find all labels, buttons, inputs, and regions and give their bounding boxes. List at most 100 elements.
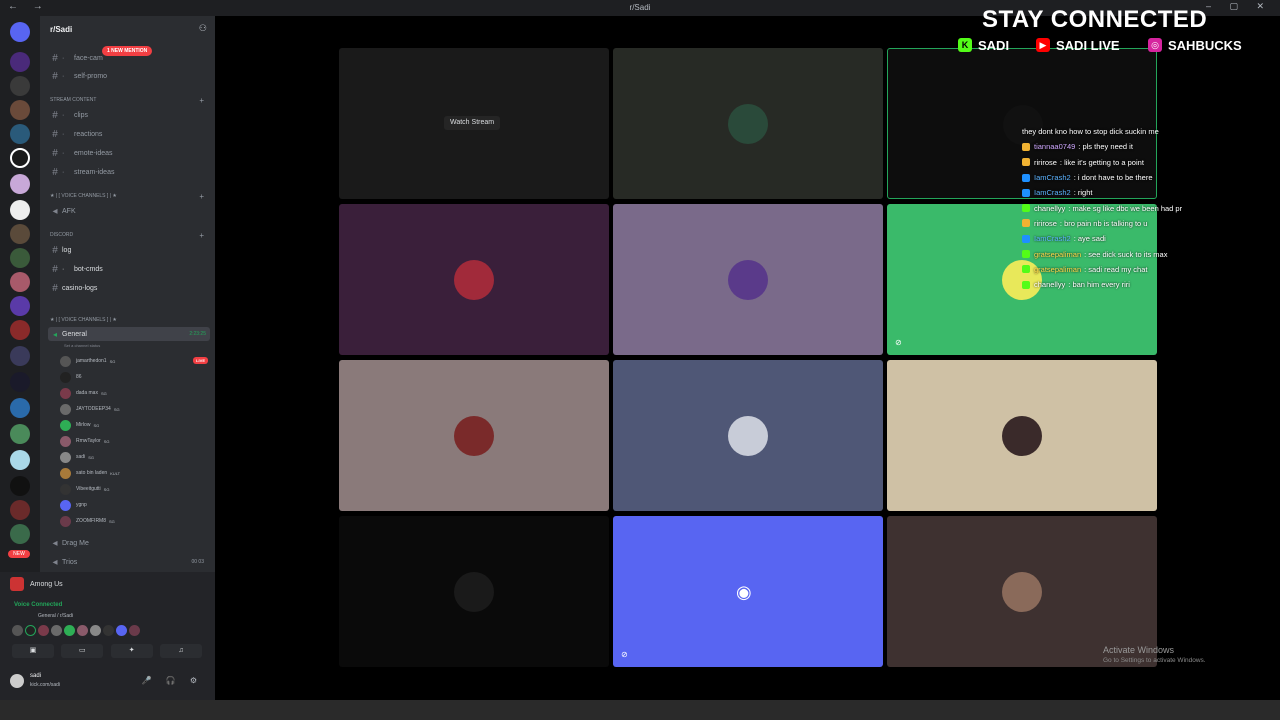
video-tile[interactable] — [339, 516, 609, 667]
avatar[interactable] — [25, 625, 36, 636]
voice-channel-drag-me[interactable]: ◂ Drag Me — [48, 535, 208, 551]
server-icon[interactable] — [10, 248, 30, 268]
video-tile[interactable]: Watch Stream — [339, 48, 609, 199]
video-tile[interactable] — [613, 48, 883, 199]
voice-channel-general[interactable]: ◂ General 2:23:25 — [48, 327, 210, 341]
server-icon[interactable] — [10, 124, 30, 144]
avatar[interactable] — [77, 625, 88, 636]
channel-clips[interactable]: # · clips — [48, 107, 208, 123]
channel-log[interactable]: # log — [48, 242, 208, 258]
user-name[interactable]: sadi — [30, 673, 41, 679]
chat-overlay: they dont kno how to stop dick suckin me… — [1022, 124, 1262, 292]
server-icon[interactable] — [10, 76, 30, 96]
activities-button[interactable]: ✦ — [110, 644, 153, 658]
channel-afk[interactable]: ◂ AFK — [48, 203, 208, 219]
server-icon[interactable] — [10, 100, 30, 120]
channel-stream-ideas[interactable]: # · stream-ideas — [48, 164, 208, 180]
watch-stream-button[interactable]: Watch Stream — [444, 116, 501, 130]
activity-status[interactable]: Among Us — [10, 576, 205, 592]
channel-casino-logs[interactable]: # casino-logs — [48, 280, 208, 296]
server-icon[interactable] — [10, 148, 30, 168]
category-voice-channels-2[interactable]: ★ | [ VOICE CHANNELS ] | ★ — [50, 315, 210, 325]
server-icon[interactable] — [10, 500, 30, 520]
server-icon[interactable] — [10, 524, 30, 544]
user-avatar[interactable] — [10, 674, 24, 688]
server-icon[interactable] — [10, 200, 30, 220]
user-controls[interactable]: 🎤 🎧 ⚙ — [141, 676, 203, 685]
channel-self-promo[interactable]: # · self-promo — [48, 68, 208, 84]
category-stream-content[interactable]: Stream Content + — [50, 95, 210, 105]
server-icon[interactable] — [10, 272, 30, 292]
server-icon[interactable] — [10, 320, 30, 340]
youtube-icon: ▶ — [1036, 38, 1050, 52]
social-youtube: ▶ SADI LIVE — [1036, 36, 1120, 54]
channel-reactions[interactable]: # · reactions — [48, 126, 208, 142]
screen-share-button[interactable]: ▭ — [61, 644, 104, 658]
channel-status[interactable]: Set a channel status — [64, 343, 100, 348]
avatar[interactable] — [90, 625, 101, 636]
avatar[interactable] — [129, 625, 140, 636]
server-header[interactable]: r/Sadi ⚇ — [40, 16, 215, 42]
camera-button[interactable]: ▣ — [12, 644, 54, 658]
add-channel-icon[interactable]: + — [199, 96, 204, 105]
voice-user[interactable]: RmwTaylor SG — [60, 433, 210, 449]
chat-message: chanellyy: ban him every riri — [1022, 277, 1262, 292]
voice-user[interactable]: jamarthedon1 SG LIVE — [60, 353, 210, 369]
invite-icon[interactable]: ⚇ — [199, 23, 207, 34]
chat-message: chanellyy: make sg like dbc we been had … — [1022, 200, 1262, 215]
hash-icon: # — [52, 263, 58, 275]
voice-user[interactable]: JAYTODEEP34 SG — [60, 401, 210, 417]
video-tile[interactable] — [887, 360, 1157, 511]
channel-face-cam[interactable]: # · face-cam — [48, 50, 208, 66]
add-channel-icon[interactable]: + — [199, 231, 204, 240]
video-tile[interactable]: ◉ ⊘ — [613, 516, 883, 667]
voice-user[interactable]: dada max SG — [60, 385, 210, 401]
avatar[interactable] — [64, 625, 75, 636]
home-icon[interactable] — [10, 22, 30, 42]
category-discord[interactable]: Discord + — [50, 230, 210, 240]
voice-user[interactable]: sadi SG — [60, 449, 210, 465]
channel-bot-cmds[interactable]: # · bot-cmds — [48, 261, 208, 277]
voice-user[interactable]: 86 — [60, 369, 210, 385]
video-tile[interactable] — [339, 204, 609, 355]
avatar[interactable] — [51, 625, 62, 636]
voice-user[interactable]: sato bin laden KULT — [60, 465, 210, 481]
server-icon[interactable] — [10, 424, 30, 444]
voice-connected-label[interactable]: Voice Connected — [14, 602, 62, 608]
server-icon[interactable] — [10, 476, 30, 496]
voice-user[interactable]: Mirlow SG — [60, 417, 210, 433]
server-icon[interactable] — [10, 398, 30, 418]
video-tile[interactable] — [613, 204, 883, 355]
hash-icon: # — [52, 52, 58, 64]
avatar[interactable] — [12, 625, 23, 636]
server-icon[interactable] — [10, 346, 30, 366]
video-tile[interactable] — [613, 360, 883, 511]
voice-connected-sub[interactable]: General / r/Sadi — [38, 613, 73, 619]
chat-badge-icon — [1022, 188, 1030, 197]
voice-channel-trios[interactable]: ◂ Trios 00 03 — [48, 554, 208, 570]
channel-label: clips — [74, 111, 89, 119]
chat-badge-icon — [1022, 250, 1030, 259]
category-label: ★ | [ VOICE CHANNELS ] | ★ — [50, 317, 117, 323]
avatar[interactable] — [38, 625, 49, 636]
voice-user[interactable]: ygnp — [60, 497, 210, 513]
voice-user[interactable]: Vibeeitgutti SG — [60, 481, 210, 497]
server-icon[interactable] — [10, 52, 30, 72]
window-controls[interactable]: – ▢ ✕ — [1206, 1, 1272, 12]
server-icon[interactable] — [10, 296, 30, 316]
category-voice-channels[interactable]: ★ | [ VOICE CHANNELS ] | ★ + — [50, 191, 210, 201]
add-channel-icon[interactable]: + — [199, 192, 204, 201]
avatar[interactable] — [116, 625, 127, 636]
avatar[interactable] — [103, 625, 114, 636]
server-icon[interactable] — [10, 224, 30, 244]
server-icon[interactable] — [10, 174, 30, 194]
emoji-icon: · — [62, 265, 65, 273]
server-icon[interactable] — [10, 372, 30, 392]
server-icon[interactable] — [10, 450, 30, 470]
overlay-title: STAY CONNECTED — [982, 6, 1208, 33]
chat-text: : sadi read my chat — [1084, 264, 1148, 274]
channel-emote-ideas[interactable]: # · emote-ideas — [48, 145, 208, 161]
video-tile[interactable] — [339, 360, 609, 511]
voice-user[interactable]: ZOOMFIRM8 SG — [60, 513, 210, 529]
soundboard-button[interactable]: ♫ — [159, 644, 202, 658]
